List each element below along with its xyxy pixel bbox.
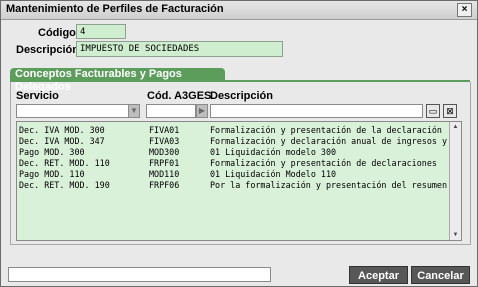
title-bar[interactable]: Mantenimiento de Perfiles de Facturación…	[1, 1, 477, 20]
cell-servicio: Dec. IVA MOD. 347	[19, 136, 105, 146]
chevron-right-icon[interactable]: ▶	[196, 104, 208, 118]
cell-codigo: FIVA03	[149, 136, 180, 146]
cell-servicio: Dec. RET. MOD. 190	[19, 180, 110, 190]
cell-servicio: Dec. RET. MOD. 110	[19, 158, 110, 168]
descripcion-field[interactable]: IMPUESTO DE SOCIEDADES	[76, 41, 283, 57]
cell-servicio: Pago MOD. 110	[19, 169, 85, 179]
concepts-list[interactable]: Dec. IVA MOD. 300 FIVA01 Formalización y…	[16, 121, 462, 241]
header-servicio: Servicio	[16, 90, 59, 102]
scroll-down-icon[interactable]: ▼	[450, 230, 461, 240]
cell-codigo: MOD300	[149, 147, 180, 157]
header-descripcion: Descripción	[210, 90, 273, 102]
codigo-filter-input[interactable]	[146, 104, 196, 118]
window-title: Mantenimiento de Perfiles de Facturación	[6, 3, 224, 15]
chevron-down-icon[interactable]: ▼	[128, 104, 140, 118]
accept-button[interactable]: Aceptar	[349, 266, 408, 284]
descripcion-filter-input[interactable]	[210, 104, 423, 118]
cell-servicio: Dec. IVA MOD. 300	[19, 125, 105, 135]
status-field	[8, 267, 271, 282]
cell-codigo: MOD110	[149, 169, 180, 179]
cell-descripcion: Formalización y declaración anual de ing…	[210, 136, 447, 146]
cell-descripcion: Formalización y presentación de declarac…	[210, 158, 437, 168]
servicio-filter-input[interactable]	[16, 104, 140, 118]
vertical-scrollbar[interactable]: ▲ ▼	[449, 122, 461, 240]
cell-descripcion: 01 Liquidación modelo 300	[210, 147, 337, 157]
descripcion-label: Descripción	[16, 44, 79, 56]
cell-codigo: FIVA01	[149, 125, 180, 135]
header-cod-a3ges: Cód. A3GES	[147, 90, 212, 102]
codigo-label: Código	[38, 27, 76, 39]
close-icon[interactable]: ×	[457, 3, 472, 17]
clear-filter-icon[interactable]: ⊠	[443, 104, 457, 118]
cell-codigo: FRPF06	[149, 180, 180, 190]
codigo-field[interactable]: 4	[76, 24, 126, 39]
cell-descripcion: 01 Liquidación Modelo 110	[210, 169, 337, 179]
maximize-icon[interactable]: ▭	[426, 104, 440, 118]
cell-descripcion: Por la formalización y presentación del …	[210, 180, 447, 190]
cell-codigo: FRPF01	[149, 158, 180, 168]
cell-servicio: Pago MOD. 300	[19, 147, 85, 157]
dialog-window: Mantenimiento de Perfiles de Facturación…	[0, 0, 478, 287]
cell-descripcion: Formalización y presentación de la decla…	[210, 125, 442, 135]
cancel-button[interactable]: Cancelar	[411, 266, 470, 284]
scroll-up-icon[interactable]: ▲	[450, 122, 461, 132]
